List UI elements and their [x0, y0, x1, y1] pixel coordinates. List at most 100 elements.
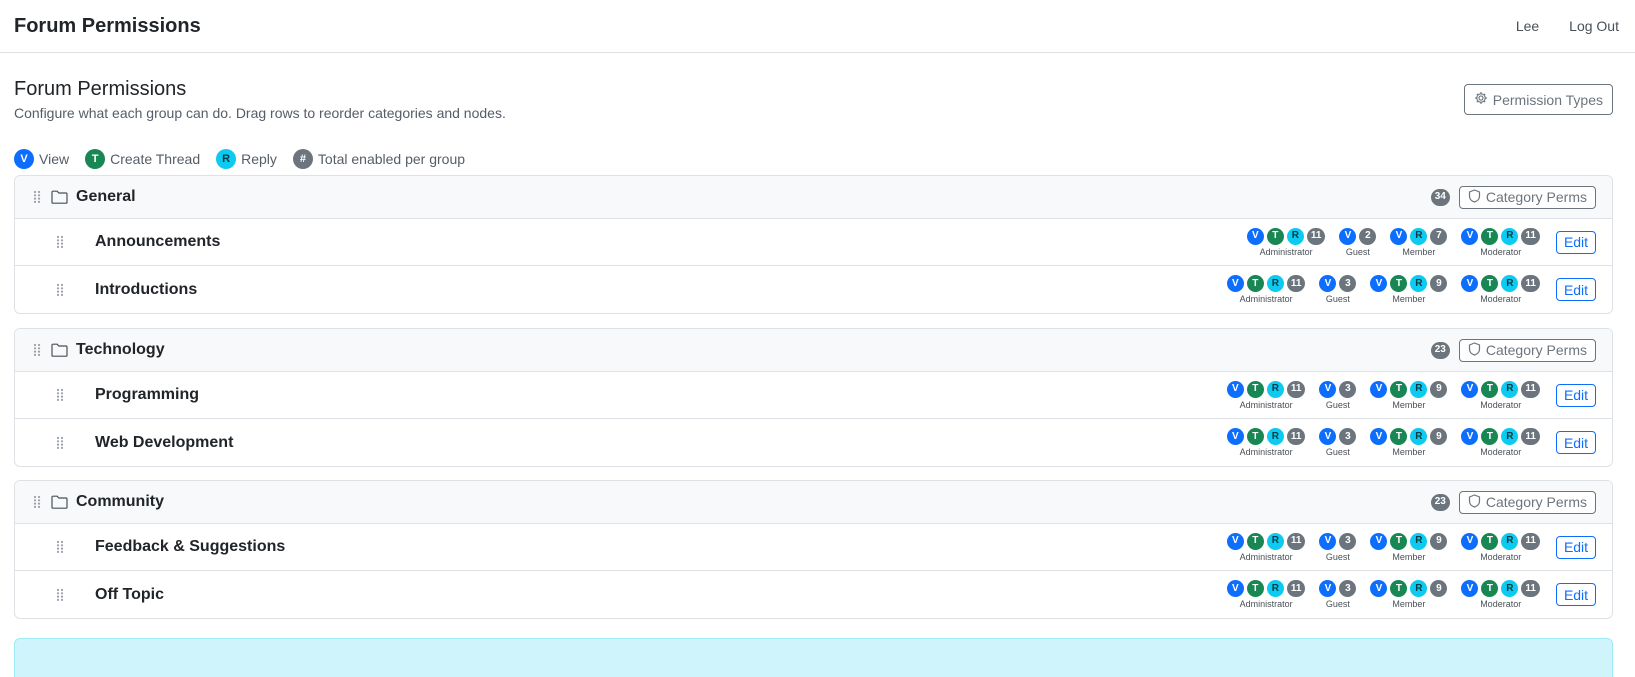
group-label: Administrator	[1239, 294, 1293, 304]
edit-button[interactable]: Edit	[1556, 383, 1596, 407]
drag-handle-icon[interactable]	[56, 436, 64, 450]
group-permissions: V T R 11 Administrator	[1226, 428, 1306, 457]
node-name: Off Topic	[95, 585, 165, 603]
group-label: Guest	[1325, 599, 1350, 609]
group-label: Guest	[1325, 551, 1350, 562]
group-permissions: V R 7 Member	[1390, 227, 1448, 257]
group-permission-pills: V3	[1319, 532, 1357, 550]
user-link[interactable]: Lee	[1516, 18, 1539, 34]
legend-label: Reply	[241, 151, 277, 167]
reply-badge: R	[1410, 227, 1428, 245]
group-label: Administrator	[1239, 447, 1293, 457]
drag-handle-icon[interactable]	[56, 540, 64, 554]
count-badge: 3	[1339, 532, 1357, 550]
edit-button[interactable]: Edit	[1556, 431, 1596, 454]
reply-badge: R	[1266, 380, 1284, 398]
group-permissions: V 3 Guest	[1319, 380, 1357, 410]
node-name: Programming	[95, 386, 200, 403]
drag-handle-icon[interactable]	[56, 588, 64, 602]
category-name: Technology	[76, 341, 165, 358]
group-permissions: V T R 9 Member	[1370, 275, 1448, 304]
category-perms-button[interactable]: Category Perms	[1458, 185, 1596, 209]
top-navbar: Forum Permissions Lee Log Out	[0, 0, 1635, 53]
count-badge: 9	[1430, 532, 1448, 550]
view-badge: V	[1370, 380, 1388, 398]
count-badge: 9	[1430, 580, 1448, 597]
group-label: Moderator	[1480, 246, 1522, 257]
legend-badge: T	[85, 149, 106, 169]
group-permission-summary: V T R 11 Administrator V 3 Guest V T R 9 Member V T R 11…	[1226, 428, 1540, 457]
create-thread-badge: T	[1246, 428, 1264, 445]
group-permissions: V T R 9 Member	[1370, 380, 1448, 410]
create-thread-badge: T	[1481, 580, 1499, 597]
group-label: Moderator	[1480, 399, 1522, 410]
category-perms-button[interactable]: Category Perms	[1458, 490, 1596, 514]
node-permissions: V T R 11 Administrator V 3 Guest V T R 9 Member V T R 11…	[1226, 580, 1596, 609]
node-row: Off Topic V T R 11 Administrator V 3 Guest V T R 9 Me…	[15, 571, 1612, 618]
group-permission-pills: V3	[1319, 275, 1357, 292]
drag-handle-icon[interactable]	[56, 283, 64, 297]
category-card: Technology 23 Category Perms Programming V T R…	[14, 328, 1613, 467]
group-permissions: V T R 11 Administrator	[1226, 380, 1306, 410]
group-permission-pills: VTR9	[1370, 380, 1448, 398]
legend-item: # Total enabled per group	[292, 149, 466, 169]
create-thread-badge: T	[1390, 275, 1408, 292]
view-badge: V	[1390, 227, 1408, 245]
navbar-brand[interactable]: Forum Permissions	[14, 15, 201, 38]
edit-button[interactable]: Edit	[1556, 535, 1596, 559]
reply-badge: R	[1410, 428, 1428, 445]
group-permission-summary: V T R 11 Administrator V 3 Guest V T R 9 Member V T R 11…	[1226, 532, 1540, 562]
count-badge: 11	[1286, 428, 1306, 445]
group-permission-pills: V3	[1319, 580, 1357, 597]
drag-handle-icon[interactable]	[56, 235, 64, 249]
count-badge: 11	[1521, 275, 1540, 292]
edit-button[interactable]: Edit	[1556, 230, 1596, 254]
legend-item: T Create Thread	[85, 149, 200, 169]
legend-label: Total enabled per group	[317, 151, 466, 167]
reply-badge: R	[1501, 580, 1519, 597]
node-name: Feedback & Suggestions	[95, 538, 286, 555]
category-name: General	[76, 188, 136, 205]
reply-badge: R	[1410, 580, 1428, 597]
group-permissions: V 3 Guest	[1319, 428, 1357, 457]
group-label: Guest	[1345, 246, 1370, 257]
node-permissions: V T R 11 Administrator V 3 Guest V T R 9 Member V T R 11…	[1226, 532, 1596, 562]
count-badge: 9	[1430, 380, 1448, 398]
node-row: Introductions V T R 11 Administrator V 3 Guest V T…	[15, 266, 1612, 313]
drag-handle-icon[interactable]	[33, 343, 41, 357]
edit-button[interactable]: Edit	[1556, 583, 1596, 606]
legend-label: Create Thread	[110, 151, 201, 167]
count-badge: 7	[1430, 227, 1448, 245]
count-badge: 11	[1286, 275, 1306, 292]
group-permission-pills: V T R 11	[1226, 428, 1306, 445]
count-badge: 11	[1521, 532, 1540, 550]
drag-handle-icon[interactable]	[33, 495, 41, 509]
group-permissions: V 3 Guest	[1319, 275, 1357, 304]
count-badge: 11	[1286, 380, 1306, 398]
create-thread-badge: T	[1390, 380, 1408, 398]
group-permissions: V T R 11 Moderator	[1461, 532, 1540, 562]
count-badge: 2	[1359, 227, 1377, 245]
view-badge: V	[1461, 275, 1479, 292]
node-permissions: V T R 11 Administrator V 3 Guest V T R 9 Member V T R 11…	[1226, 380, 1596, 410]
category-actions: 23 Category Perms	[1430, 490, 1596, 514]
create-thread-badge: T	[1246, 380, 1264, 398]
category-card: General 34 Category Perms Announcements V T R 1…	[14, 175, 1613, 314]
category-perms-button[interactable]: Category Perms	[1458, 338, 1596, 362]
permission-types-button[interactable]: Permission Types	[1463, 84, 1613, 115]
group-label: Member	[1402, 246, 1436, 257]
count-badge: 11	[1306, 227, 1326, 245]
navbar-user-menu: Lee Log Out	[1516, 18, 1621, 34]
edit-button[interactable]: Edit	[1556, 278, 1596, 301]
drag-handle-icon[interactable]	[33, 190, 41, 204]
node-permissions: V T R 11 Administrator V 3 Guest V T R 9 Member V T R 11…	[1226, 275, 1596, 304]
category-perms-label: Category Perms	[1485, 189, 1587, 205]
category-name: Community	[76, 493, 164, 510]
drag-handle-icon[interactable]	[56, 388, 64, 402]
reply-badge: R	[1501, 380, 1519, 398]
reply-badge: R	[1501, 532, 1519, 550]
count-badge: 11	[1521, 580, 1540, 597]
logout-link[interactable]: Log Out	[1569, 18, 1619, 34]
create-thread-badge: T	[1266, 227, 1284, 245]
group-permissions: V 2 Guest	[1339, 227, 1377, 257]
